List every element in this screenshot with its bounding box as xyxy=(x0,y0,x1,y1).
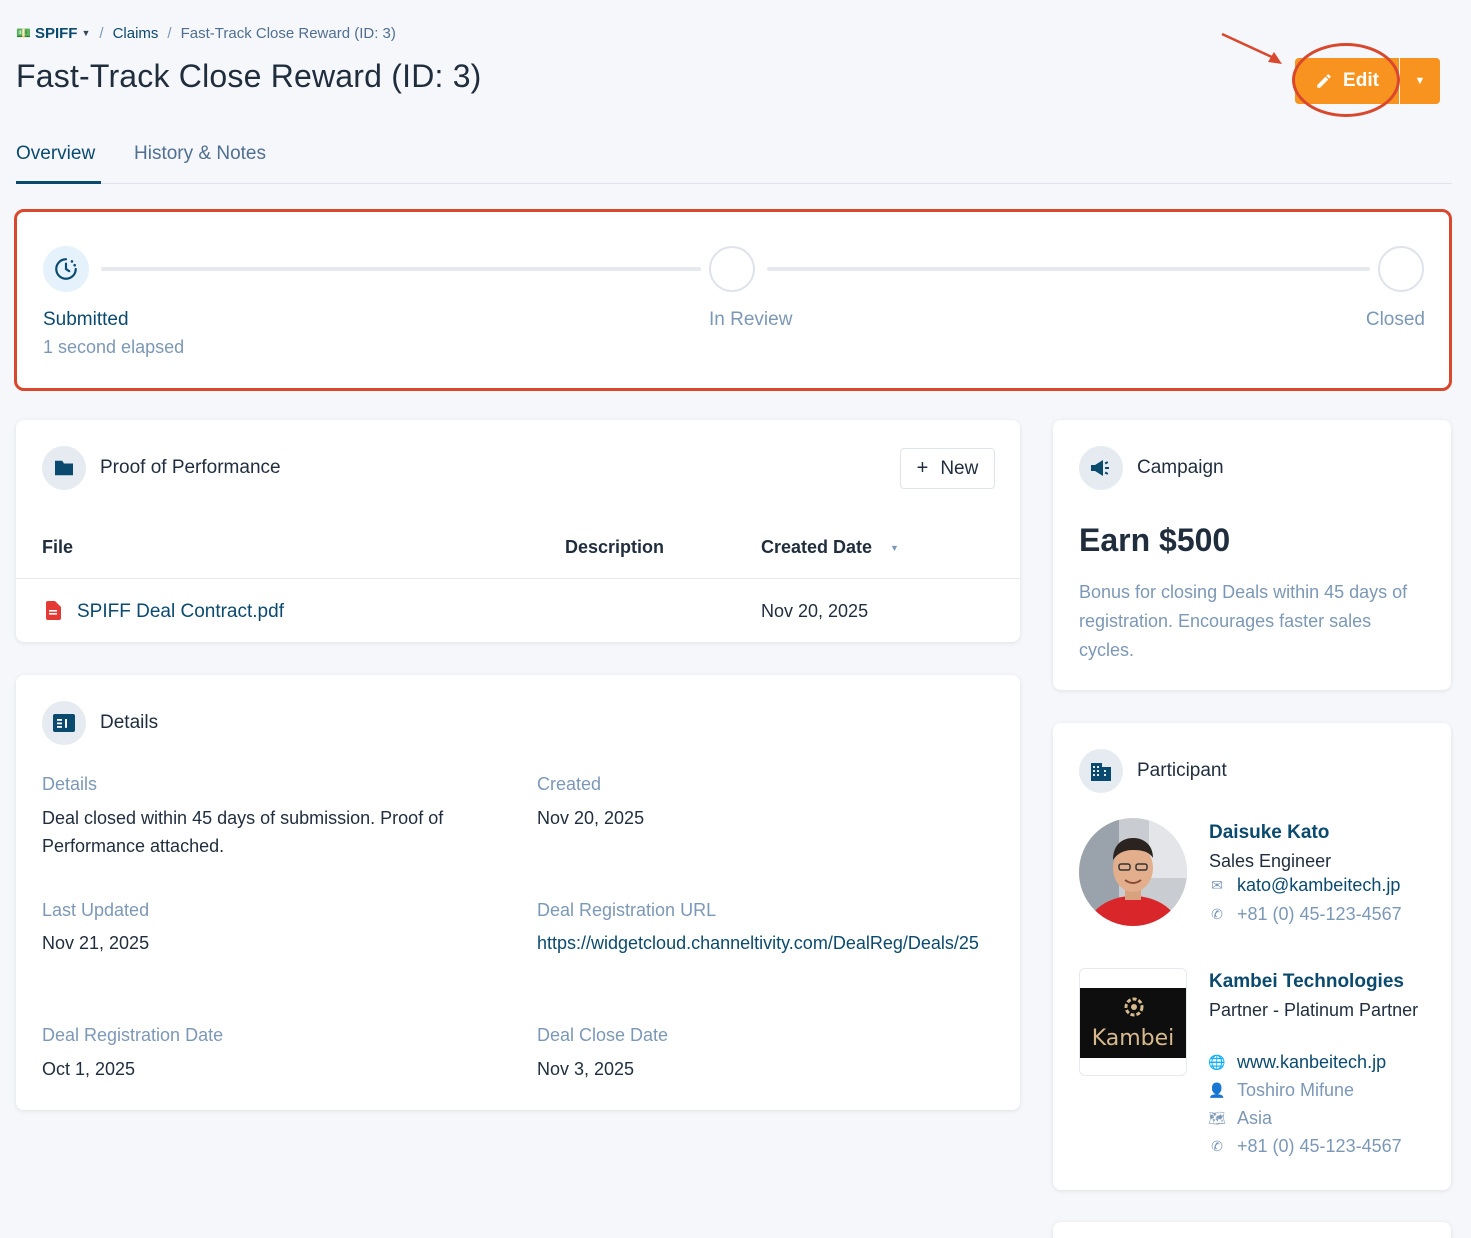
card-icon-circle xyxy=(42,446,86,490)
field-label: Created xyxy=(537,774,602,794)
article-icon xyxy=(53,714,75,732)
card-icon-circle xyxy=(42,701,86,745)
breadcrumb-spiff-label: SPIFF xyxy=(34,24,78,42)
clock-progress-icon xyxy=(55,258,77,280)
folder-icon xyxy=(55,460,73,476)
field-label: Details xyxy=(42,774,98,794)
breadcrumb-spiff[interactable]: 💵 SPIFF ▼ xyxy=(16,25,90,42)
building-icon xyxy=(1091,763,1111,781)
email-icon: ✉ xyxy=(1211,877,1223,893)
sort-desc-icon: ▼ xyxy=(890,542,899,553)
megaphone-icon xyxy=(1091,460,1109,476)
column-header-created-date[interactable]: Created Date ▼ xyxy=(761,537,899,558)
company-logo-frame: Kambei xyxy=(1079,968,1187,1076)
campaign-headline: Earn $500 xyxy=(1079,522,1231,558)
tab-active-indicator xyxy=(16,181,101,184)
participant-phone: +81 (0) 45-123-4567 xyxy=(1237,904,1402,924)
campaign-description: Bonus for closing Deals within 45 days o… xyxy=(1079,582,1408,660)
card-title: Details xyxy=(100,712,159,733)
phone-icon: ✆ xyxy=(1211,1138,1223,1154)
annotation-arrow xyxy=(1221,32,1282,64)
avatar xyxy=(1079,818,1187,926)
company-region: Asia xyxy=(1237,1108,1273,1128)
plus-icon: + xyxy=(916,457,929,479)
column-header-label: Created Date xyxy=(761,537,873,557)
column-header-description[interactable]: Description xyxy=(565,537,664,558)
chevron-down-icon: ▼ xyxy=(81,28,91,38)
breadcrumb-separator: / xyxy=(99,24,104,42)
new-button-label: New xyxy=(940,457,979,479)
campaign-card: Campaign Earn $500 Bonus for closing Dea… xyxy=(1053,420,1451,690)
card-title: Proof of Performance xyxy=(100,457,281,478)
company-phone: +81 (0) 45-123-4567 xyxy=(1237,1136,1402,1156)
company-contact: Toshiro Mifune xyxy=(1237,1080,1355,1100)
logo-emblem-icon xyxy=(1124,997,1144,1017)
proof-of-performance-card: Proof of Performance + New File Descript… xyxy=(16,420,1020,642)
participant-name-link[interactable]: Daisuke Kato xyxy=(1209,822,1329,844)
tab-divider xyxy=(16,183,1452,184)
card-icon-circle xyxy=(1079,446,1123,490)
company-phone-line: ✆ +81 (0) 45-123-4567 xyxy=(1209,1136,1402,1157)
card-title: Campaign xyxy=(1137,457,1224,478)
table-row: SPIFF Deal Contract.pdf Nov 20, 2025 xyxy=(16,579,1020,642)
field-details-value: Deal closed within 45 days of submission… xyxy=(42,808,444,856)
field-reg-date-value: Oct 1, 2025 xyxy=(42,1059,136,1079)
new-file-button[interactable]: + New xyxy=(900,448,995,489)
participant-role: Sales Engineer xyxy=(1209,851,1332,871)
chevron-down-icon: ▼ xyxy=(1414,75,1426,87)
participant-email-link[interactable]: kato@kambeitech.jp xyxy=(1237,875,1400,896)
step-elapsed: 1 second elapsed xyxy=(43,337,185,357)
money-icon: 💵 xyxy=(16,26,31,40)
status-stepper: Submitted 1 second elapsed In Review Clo… xyxy=(14,209,1452,391)
company-tier: Partner - Platinum Partner xyxy=(1209,1000,1419,1020)
tab-overview[interactable]: Overview xyxy=(16,143,95,165)
details-card: Details Details Deal closed within 45 da… xyxy=(16,675,1020,1110)
step-label: Submitted xyxy=(43,309,129,330)
breadcrumb-current: Fast-Track Close Reward (ID: 3) xyxy=(180,24,396,42)
field-close-date-value: Nov 3, 2025 xyxy=(537,1059,635,1079)
card-icon-circle xyxy=(1079,749,1123,793)
tab-history-notes[interactable]: History & Notes xyxy=(134,143,266,165)
file-created-date: Nov 20, 2025 xyxy=(761,601,869,621)
next-card xyxy=(1053,1222,1451,1238)
page-title: Fast-Track Close Reward (ID: 3) xyxy=(16,58,482,94)
annotation-circle xyxy=(1292,43,1400,117)
deal-registration-link[interactable]: https://widgetcloud.channeltivity.com/De… xyxy=(537,929,997,957)
company-logo-text: Kambei xyxy=(1091,1026,1175,1051)
map-icon: 🗺 xyxy=(1208,1110,1226,1126)
company-region-line: 🗺 Asia xyxy=(1208,1108,1273,1129)
field-label: Deal Registration Date xyxy=(42,1025,224,1045)
breadcrumb-separator: / xyxy=(167,24,172,42)
column-header-file[interactable]: File xyxy=(42,537,73,558)
step-in-review-indicator xyxy=(709,246,755,292)
edit-dropdown-button[interactable]: ▼ xyxy=(1400,58,1440,104)
step-connector xyxy=(767,267,1370,271)
field-label: Deal Registration URL xyxy=(537,900,717,920)
company-name-link[interactable]: Kambei Technologies xyxy=(1209,971,1404,993)
file-link[interactable]: SPIFF Deal Contract.pdf xyxy=(77,601,284,623)
participant-email-line: ✉ kato@kambeitech.jp xyxy=(1209,875,1400,896)
step-connector xyxy=(101,267,701,271)
participant-card: Participant Daisuke Kato Sales Engineer … xyxy=(1053,723,1451,1190)
phone-icon: ✆ xyxy=(1211,906,1223,922)
field-created-value: Nov 20, 2025 xyxy=(537,808,645,828)
company-contact-line: 👤 Toshiro Mifune xyxy=(1208,1080,1355,1101)
field-updated-value: Nov 21, 2025 xyxy=(42,933,150,953)
step-label: Closed xyxy=(1365,309,1425,330)
field-label: Last Updated xyxy=(42,900,150,920)
step-closed-indicator xyxy=(1378,246,1424,292)
globe-icon: 🌐 xyxy=(1208,1054,1226,1070)
participant-phone-line: ✆ +81 (0) 45-123-4567 xyxy=(1209,904,1402,925)
person-icon: 👤 xyxy=(1208,1082,1226,1098)
step-submitted-indicator xyxy=(43,246,89,292)
breadcrumb-claims[interactable]: Claims xyxy=(113,25,159,42)
pdf-file-icon xyxy=(46,601,61,620)
field-label: Deal Close Date xyxy=(537,1025,669,1045)
breadcrumb: 💵 SPIFF ▼ / Claims / Fast-Track Close Re… xyxy=(16,22,396,44)
step-label: In Review xyxy=(709,309,793,330)
company-website-line: 🌐 www.kanbeitech.jp xyxy=(1208,1052,1386,1073)
card-title: Participant xyxy=(1137,760,1227,781)
company-website-link[interactable]: www.kanbeitech.jp xyxy=(1237,1052,1386,1073)
company-logo: Kambei xyxy=(1080,988,1186,1058)
